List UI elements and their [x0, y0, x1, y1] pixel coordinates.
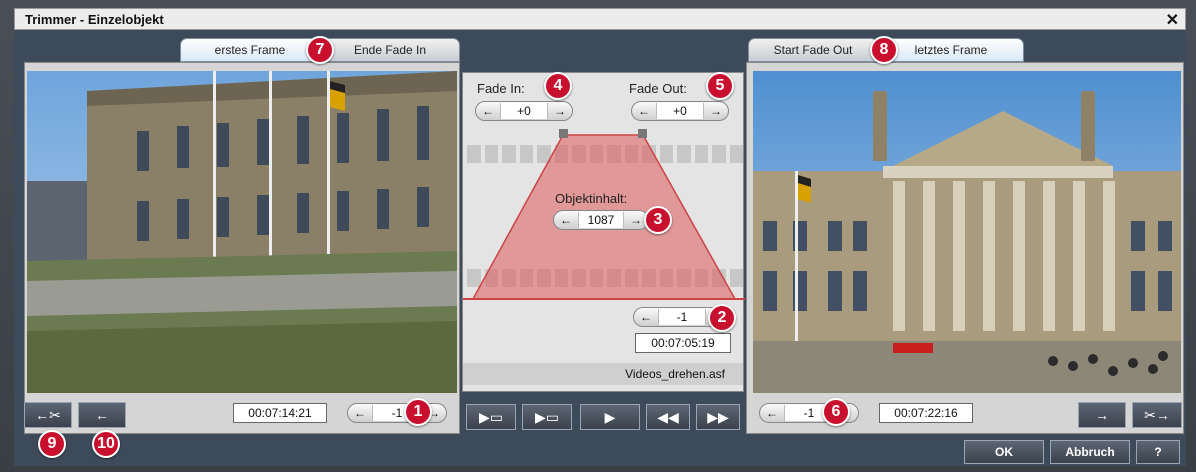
- badge-6: 6: [822, 398, 850, 426]
- fade-in-forward-icon[interactable]: →: [548, 104, 572, 118]
- window-frame: Trimmer - Einzelobjekt ✕ erstes Frame En…: [0, 0, 1196, 472]
- badge-8: 8: [870, 36, 898, 64]
- badge-1: 1: [404, 398, 432, 426]
- fade-out-forward-icon[interactable]: →: [704, 104, 728, 118]
- play-button[interactable]: ▶: [580, 404, 640, 430]
- go-to-start-cut-button[interactable]: ←✂: [24, 402, 72, 428]
- play-to-save-button[interactable]: ▶▭: [466, 404, 516, 430]
- fade-out-label: Fade Out:: [629, 81, 687, 96]
- reichstag-side-image: [27, 71, 457, 393]
- play-filmstrip-button[interactable]: ▶▭: [522, 404, 572, 430]
- end-back-icon[interactable]: ←: [634, 310, 658, 324]
- end-step-value[interactable]: -1: [658, 309, 706, 325]
- go-to-end-cut-button[interactable]: ✂→: [1132, 402, 1182, 428]
- tab-first-frame[interactable]: erstes Frame: [180, 38, 320, 62]
- fade-panel: Fade In: Fade Out: ← +0 → ← +0 → Objekti…: [462, 72, 745, 392]
- fade-out-back-icon[interactable]: ←: [632, 104, 656, 118]
- fade-out-handle[interactable]: [638, 129, 647, 138]
- right-frame-panel: ← -1 → 00:07:22:16: [746, 62, 1184, 434]
- title-bar: Trimmer - Einzelobjekt ✕: [14, 8, 1186, 30]
- help-button[interactable]: ?: [1136, 440, 1180, 464]
- badge-9: 9: [38, 430, 66, 458]
- badge-5: 5: [706, 72, 734, 100]
- go-forward-button[interactable]: →: [1078, 402, 1126, 428]
- end-timecode[interactable]: 00:07:05:19: [635, 333, 731, 353]
- tab-last-frame[interactable]: letztes Frame: [878, 38, 1024, 62]
- content-value[interactable]: 1087: [578, 212, 624, 228]
- content-back-icon[interactable]: ←: [554, 213, 578, 227]
- left-timecode[interactable]: 00:07:14:21: [233, 403, 327, 423]
- tab-end-fade-in[interactable]: Ende Fade In: [320, 38, 460, 62]
- window-title: Trimmer - Einzelobjekt: [25, 12, 164, 27]
- badge-3: 3: [644, 206, 672, 234]
- right-step-back-icon[interactable]: ←: [760, 406, 784, 420]
- left-step-back-icon[interactable]: ←: [348, 406, 372, 420]
- badge-7: 7: [306, 36, 334, 64]
- content-stepper[interactable]: ← 1087 →: [553, 210, 649, 230]
- fade-in-value[interactable]: +0: [500, 103, 548, 119]
- fade-in-label: Fade In:: [477, 81, 525, 96]
- fade-out-value[interactable]: +0: [656, 103, 704, 119]
- rewind-button[interactable]: ◀◀: [646, 404, 690, 430]
- ok-button[interactable]: OK: [964, 440, 1044, 464]
- badge-4: 4: [544, 72, 572, 100]
- tab-start-fade-out[interactable]: Start Fade Out: [748, 38, 878, 62]
- cancel-button[interactable]: Abbruch: [1050, 440, 1130, 464]
- badge-2: 2: [708, 304, 736, 332]
- left-frame-stepper[interactable]: ← -1 →: [347, 403, 447, 423]
- fast-forward-button[interactable]: ▶▶: [696, 404, 740, 430]
- fade-in-stepper[interactable]: ← +0 →: [475, 101, 573, 121]
- filename-label: Videos_drehen.asf: [463, 363, 743, 385]
- reichstag-front-image: [753, 71, 1181, 393]
- left-frame-panel: 00:07:14:21 ← -1 →: [24, 62, 460, 434]
- right-timecode[interactable]: 00:07:22:16: [879, 403, 973, 423]
- fade-out-stepper[interactable]: ← +0 →: [631, 101, 729, 121]
- go-back-button[interactable]: ←: [78, 402, 126, 428]
- close-icon[interactable]: ✕: [1166, 10, 1179, 30]
- fade-in-back-icon[interactable]: ←: [476, 104, 500, 118]
- right-video-frame: [753, 71, 1181, 393]
- content-label: Objektinhalt:: [555, 191, 628, 206]
- fade-in-handle[interactable]: [559, 129, 568, 138]
- left-video-frame: [27, 71, 457, 393]
- badge-10: 10: [92, 430, 120, 458]
